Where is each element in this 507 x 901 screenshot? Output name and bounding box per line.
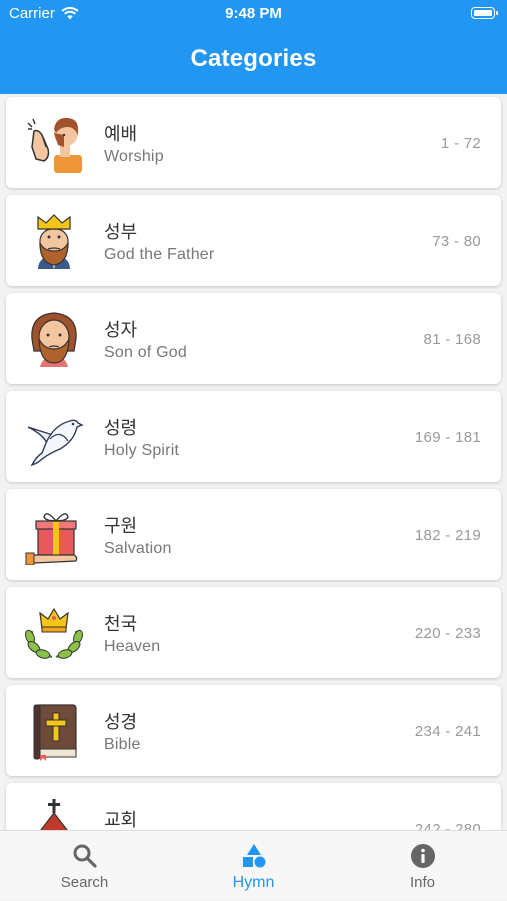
info-icon xyxy=(411,844,435,868)
category-title-ko: 성경 xyxy=(104,712,138,732)
category-card-salvation[interactable]: 구원 Salvation 182 - 219 xyxy=(6,489,501,580)
tab-label: Search xyxy=(60,874,109,891)
category-title-en: Salvation xyxy=(104,540,172,557)
hymn-range: 234 - 241 xyxy=(414,723,481,740)
hymn-range: 220 - 233 xyxy=(414,625,481,642)
tab-hymn[interactable]: Hymn xyxy=(169,831,338,901)
gift-hand-icon xyxy=(25,513,78,565)
category-title-ko: 예배 xyxy=(104,124,138,144)
category-title-en: Heaven xyxy=(104,638,161,655)
category-card-bible[interactable]: 성경 Bible 234 - 241 xyxy=(6,685,501,776)
hymn-range: 169 - 181 xyxy=(414,429,481,446)
crowned-king-icon xyxy=(37,214,71,269)
category-title-ko: 성자 xyxy=(104,320,138,340)
church-icon xyxy=(40,799,68,830)
bible-icon xyxy=(33,704,77,761)
category-title-en: God the Father xyxy=(104,246,215,263)
category-title-en: Bible xyxy=(104,736,141,753)
status-time: 9:48 PM xyxy=(225,5,282,22)
tab-bar: Search Hymn Info xyxy=(0,830,507,900)
category-title-ko: 교회 xyxy=(104,810,138,830)
hymn-range: 182 - 219 xyxy=(414,527,481,544)
crown-laurel-icon xyxy=(25,607,83,659)
tab-search[interactable]: Search xyxy=(0,831,169,901)
hymn-range: 242 - 280 xyxy=(414,821,481,830)
battery-icon xyxy=(471,7,498,19)
category-title-en: Worship xyxy=(104,148,164,165)
tab-label: Hymn xyxy=(232,874,275,891)
hymn-range: 81 - 168 xyxy=(423,331,481,348)
page-title: Categories xyxy=(190,45,317,72)
category-title-ko: 성부 xyxy=(104,222,138,242)
category-card-holy-spirit[interactable]: 성령 Holy Spirit 169 - 181 xyxy=(6,391,501,482)
category-card-son-of-god[interactable]: 성자 Son of God 81 - 168 xyxy=(6,293,501,384)
category-card-church[interactable]: 교회 242 - 280 xyxy=(6,783,501,830)
category-list[interactable]: 예배 Worship 1 - 72 성부 God the Father 73 -… xyxy=(0,94,507,830)
category-title-en: Holy Spirit xyxy=(104,442,180,459)
app-header: Carrier 9:48 PM Categories xyxy=(0,0,507,94)
shapes-icon xyxy=(243,844,266,868)
hymn-range: 73 - 80 xyxy=(432,233,481,250)
hymn-range: 1 - 72 xyxy=(440,135,481,152)
category-title-en: Son of God xyxy=(104,344,187,361)
category-card-worship[interactable]: 예배 Worship 1 - 72 xyxy=(6,97,501,188)
category-card-god-the-father[interactable]: 성부 God the Father 73 - 80 xyxy=(6,195,501,286)
tab-label: Info xyxy=(409,874,436,891)
category-title-ko: 천국 xyxy=(104,614,138,634)
jesus-face-icon xyxy=(31,312,77,367)
category-title-ko: 구원 xyxy=(104,516,138,536)
search-icon xyxy=(73,844,97,868)
category-card-heaven[interactable]: 천국 Heaven 220 - 233 xyxy=(6,587,501,678)
dove-icon xyxy=(27,419,84,467)
status-bar: Carrier 9:48 PM xyxy=(0,0,507,28)
tab-info[interactable]: Info xyxy=(338,831,507,901)
category-title-ko: 성령 xyxy=(104,418,138,438)
praying-hands-icon xyxy=(27,117,82,173)
